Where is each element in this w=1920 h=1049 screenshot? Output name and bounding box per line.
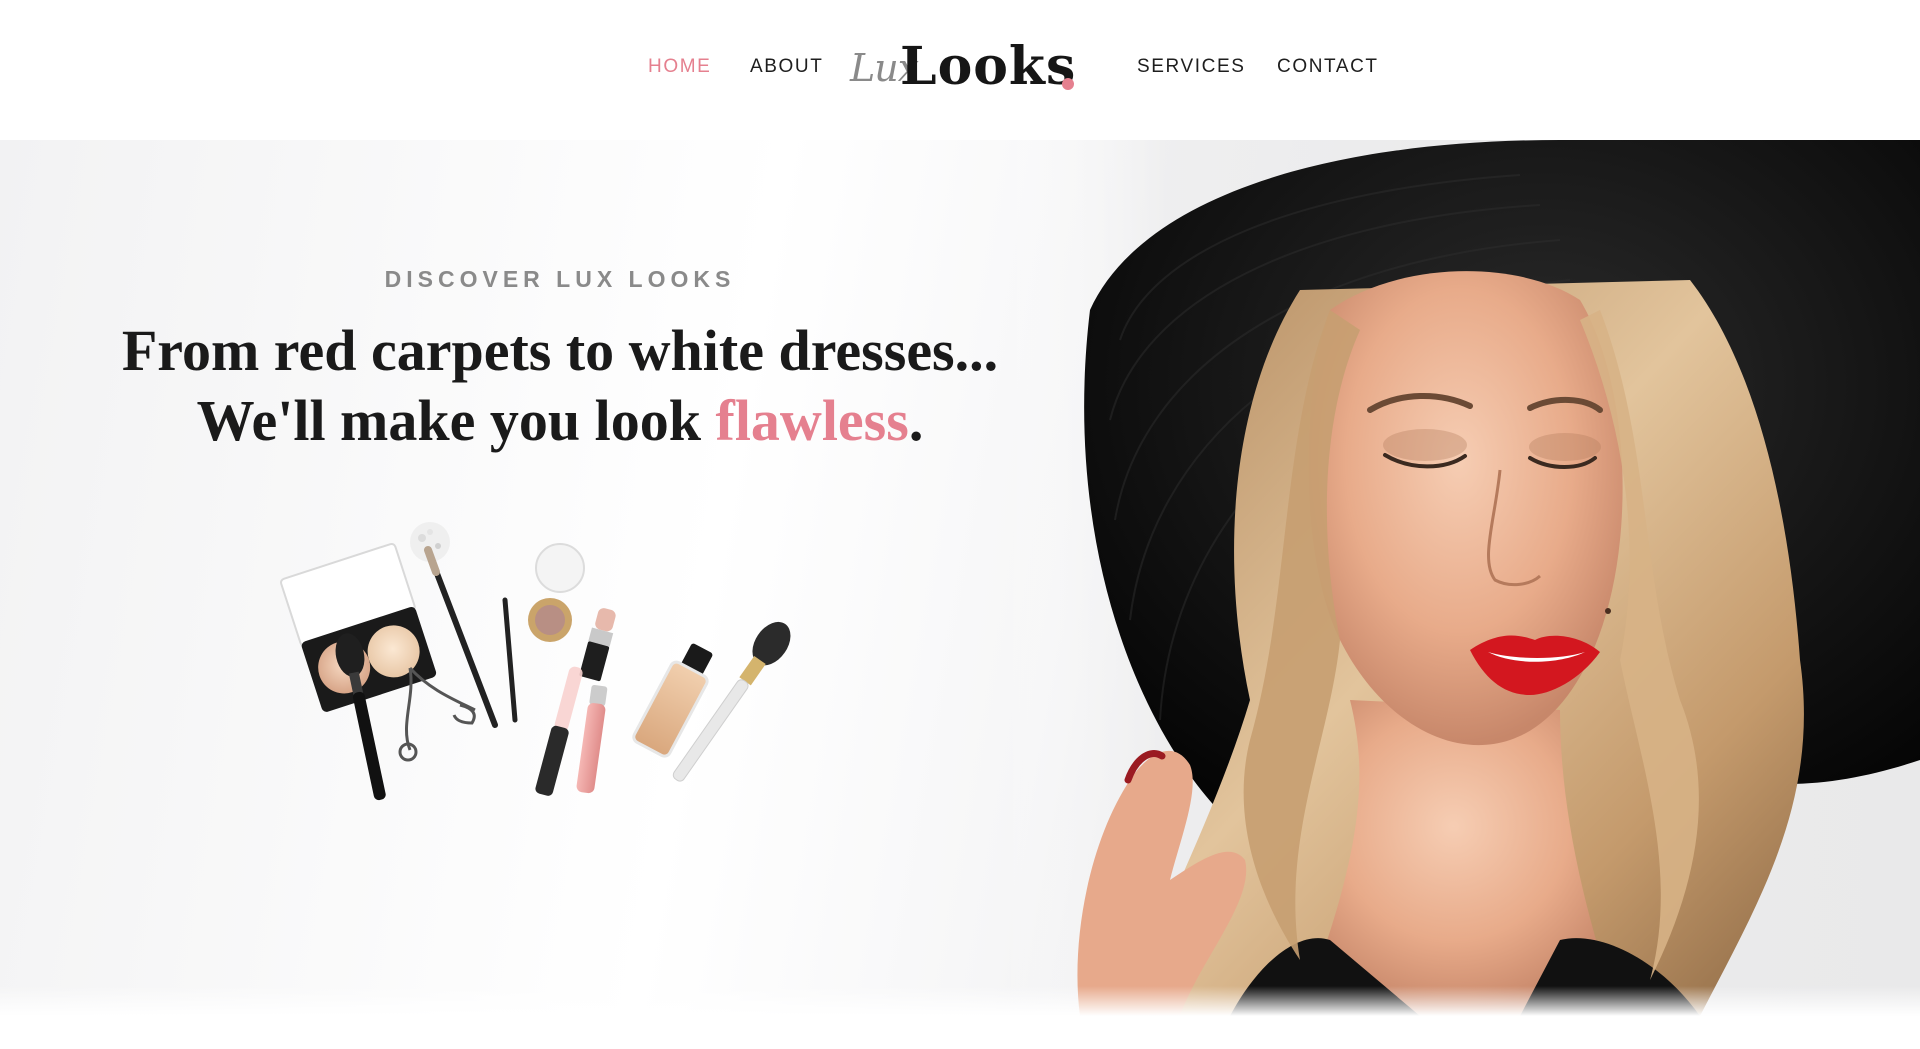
nav-services-link[interactable]: SERVICES bbox=[1137, 56, 1246, 78]
brand-logo[interactable]: Lux Looks bbox=[850, 36, 1080, 98]
hero-headline: From red carpets to white dresses... We'… bbox=[0, 316, 1120, 456]
makeup-flatlay-image bbox=[280, 522, 791, 801]
model-portrait-image bbox=[1000, 140, 1920, 1016]
site-header: HOME ABOUT Lux Looks SERVICES CONTACT bbox=[0, 0, 1920, 140]
hero-banner: DISCOVER LUX LOOKS From red carpets to w… bbox=[0, 140, 1920, 1016]
nav-home-link[interactable]: HOME bbox=[648, 56, 711, 78]
logo-dot-icon bbox=[1062, 78, 1074, 90]
logo-main-text: Looks bbox=[900, 36, 1077, 97]
nav-contact-link[interactable]: CONTACT bbox=[1277, 56, 1379, 78]
hero-bottom-fade bbox=[0, 986, 1920, 1016]
hero-text-block: DISCOVER LUX LOOKS From red carpets to w… bbox=[0, 140, 1120, 460]
headline-suffix: . bbox=[908, 388, 924, 453]
headline-line-2-prefix: We'll make you look bbox=[196, 388, 716, 453]
headline-accent-word: flawless bbox=[715, 388, 909, 453]
nav-about-link[interactable]: ABOUT bbox=[750, 56, 823, 78]
headline-line-1: From red carpets to white dresses... bbox=[121, 318, 999, 383]
hero-kicker: DISCOVER LUX LOOKS bbox=[384, 266, 736, 292]
